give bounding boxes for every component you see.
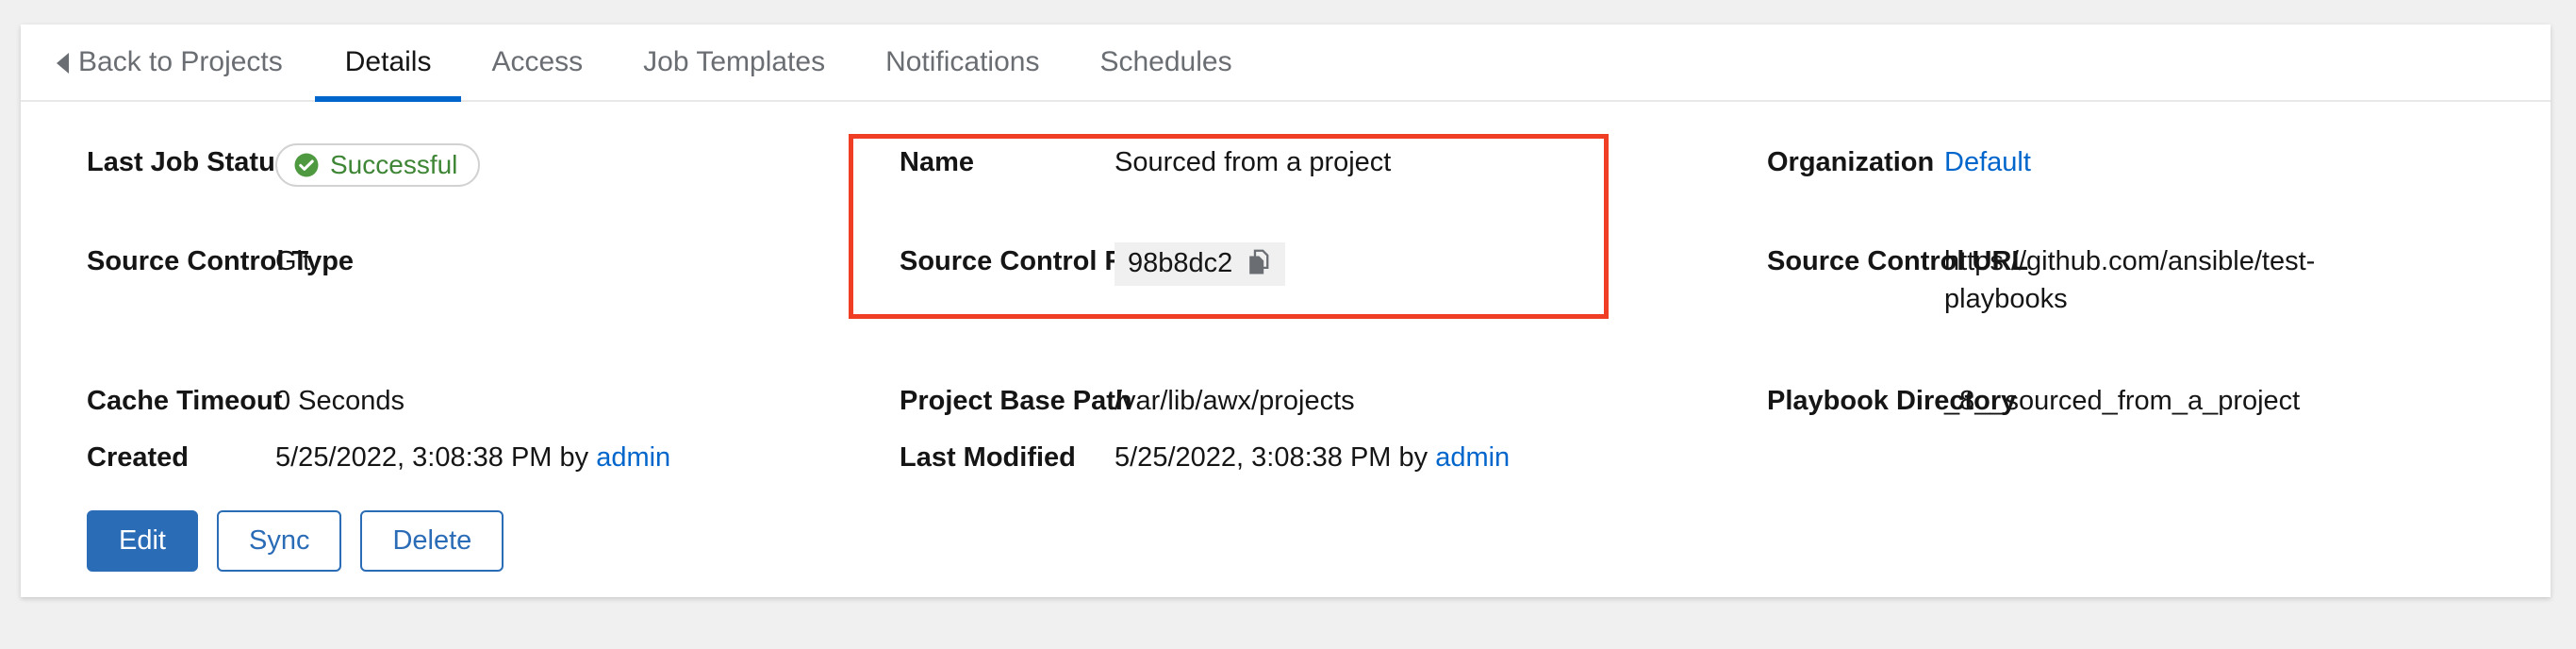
details-row-2: Source Control Type Git Source Control R…	[21, 242, 2551, 318]
created-user-link[interactable]: admin	[596, 442, 670, 473]
project-details-card: Back to Projects Details Access Job Temp…	[21, 25, 2551, 597]
field-last-job-status-value: Successful	[275, 143, 671, 190]
field-source-control-revision: Source Control Revision 98b8dc2	[869, 242, 1737, 318]
field-last-job-status: Last Job Status Successful	[21, 143, 869, 190]
field-last-modified-value: 5/25/2022, 3:08:38 PM by admin	[1115, 439, 1511, 476]
field-source-control-url: Source Control URL https://github.com/an…	[1737, 242, 2548, 318]
tab-details-label: Details	[344, 46, 432, 77]
status-badge-label: Successful	[330, 150, 458, 179]
row-spacer-2	[21, 318, 2551, 382]
tab-back-to-projects[interactable]: Back to Projects	[57, 25, 315, 100]
field-created-label: Created	[87, 442, 189, 473]
field-source-control-url-label: Source Control URL	[1767, 246, 2029, 276]
field-created: Created 5/25/2022, 3:08:38 PM by admin	[21, 439, 869, 476]
action-button-row: Edit Sync Delete	[21, 476, 2551, 572]
organization-link[interactable]: Default	[1944, 147, 2031, 177]
field-project-base-path-value: /var/lib/awx/projects	[1115, 386, 1355, 416]
tab-access[interactable]: Access	[461, 25, 613, 100]
tab-back-to-projects-label: Back to Projects	[78, 46, 283, 77]
field-organization-value: Default	[1944, 143, 2340, 181]
status-badge: Successful	[275, 143, 481, 187]
field-organization: Organization Default	[1737, 143, 2548, 190]
created-timestamp: 5/25/2022, 3:08:38 PM by	[275, 442, 597, 473]
field-project-base-path-label: Project Base Path	[900, 386, 1132, 416]
last-modified-user-link[interactable]: admin	[1435, 442, 1510, 473]
revision-chip: 98b8dc2	[1115, 242, 1286, 286]
field-organization-label: Organization	[1767, 147, 1935, 177]
field-project-base-path: Project Base Path /var/lib/awx/projects	[869, 382, 1737, 420]
field-row4-empty	[1737, 439, 2548, 476]
field-playbook-directory: Playbook Directory _8__sourced_from_a_pr…	[1737, 382, 2548, 420]
field-name-label: Name	[900, 147, 974, 177]
tab-job-templates[interactable]: Job Templates	[613, 25, 855, 100]
field-last-modified-label: Last Modified	[900, 442, 1076, 473]
field-source-control-type-label: Source Control Type	[87, 246, 355, 276]
field-last-modified: Last Modified 5/25/2022, 3:08:38 PM by a…	[869, 439, 1737, 476]
field-cache-timeout-label: Cache Timeout	[87, 386, 283, 416]
details-grid: Last Job Status Successful Name Sourced …	[21, 102, 2551, 476]
tab-bar: Back to Projects Details Access Job Temp…	[21, 25, 2551, 102]
sync-button[interactable]: Sync	[216, 510, 342, 572]
details-row-3: Cache Timeout 0 Seconds Project Base Pat…	[21, 382, 2551, 420]
copy-icon[interactable]	[1246, 249, 1272, 277]
row-spacer-1	[21, 190, 2551, 242]
field-source-control-revision-value: 98b8dc2	[1115, 242, 1511, 286]
tab-job-templates-label: Job Templates	[643, 46, 826, 77]
details-row-4: Created 5/25/2022, 3:08:38 PM by admin L…	[21, 439, 2551, 476]
revision-value: 98b8dc2	[1128, 248, 1233, 278]
tab-schedules-label: Schedules	[1099, 46, 1232, 77]
tab-notifications-label: Notifications	[885, 46, 1040, 77]
row-spacer-3	[21, 420, 2551, 439]
field-source-control-type-value: Git	[275, 246, 311, 276]
field-playbook-directory-label: Playbook Directory	[1767, 386, 2017, 416]
field-last-job-status-label: Last Job Status	[87, 147, 290, 177]
field-name-value: Sourced from a project	[1115, 147, 1392, 177]
tab-details[interactable]: Details	[314, 25, 462, 102]
field-created-value: 5/25/2022, 3:08:38 PM by admin	[275, 439, 671, 476]
field-name: Name Sourced from a project	[869, 143, 1737, 190]
field-source-control-revision-label: Source Control Revision	[900, 246, 1219, 276]
tab-access-label: Access	[491, 46, 584, 77]
field-cache-timeout: Cache Timeout 0 Seconds	[21, 382, 869, 420]
details-body: Last Job Status Successful Name Sourced …	[21, 102, 2551, 572]
check-circle-icon	[294, 153, 319, 177]
delete-button[interactable]: Delete	[360, 510, 504, 572]
edit-button[interactable]: Edit	[87, 510, 198, 572]
field-playbook-directory-value: _8__sourced_from_a_project	[1944, 386, 2301, 416]
caret-left-icon	[57, 53, 69, 74]
field-cache-timeout-value: 0 Seconds	[275, 386, 405, 416]
field-source-control-type: Source Control Type Git	[21, 242, 869, 318]
last-modified-timestamp: 5/25/2022, 3:08:38 PM by	[1115, 442, 1436, 473]
field-source-control-url-value: https://github.com/ansible/test-playbook…	[1944, 246, 2316, 314]
details-row-1: Last Job Status Successful Name Sourced …	[21, 143, 2551, 190]
tab-schedules[interactable]: Schedules	[1069, 25, 1262, 100]
tab-notifications[interactable]: Notifications	[855, 25, 1069, 100]
